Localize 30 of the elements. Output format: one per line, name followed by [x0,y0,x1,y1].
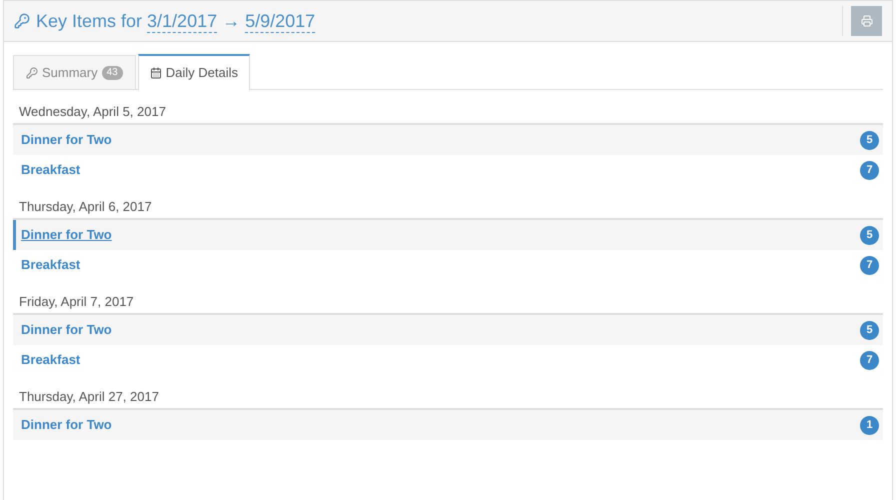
item-link[interactable]: Dinner for Two [21,225,112,245]
count-badge: 5 [860,130,879,150]
item-row[interactable]: Dinner for Two 5 [13,315,883,345]
print-icon [860,15,872,27]
item-row[interactable]: Dinner for Two 1 [13,410,883,440]
item-link[interactable]: Breakfast [21,350,80,370]
count-badge: 43 [102,66,123,80]
count-badge: 5 [860,320,879,340]
print-button[interactable] [851,6,882,36]
end-date-link[interactable]: 5/9/2017 [245,10,316,32]
item-link[interactable]: Breakfast [21,255,80,275]
count-badge: 7 [860,256,879,274]
item-row[interactable]: Dinner for Two 5 [13,125,883,155]
count-badge: 7 [860,160,879,180]
item-link[interactable]: Breakfast [21,160,80,180]
key-icon [14,13,30,29]
tab[interactable]: Summary 43 [13,55,136,90]
key-icon [26,66,38,78]
start-date-link[interactable]: 3/1/2017 [147,10,218,32]
count-badge: 5 [860,226,879,244]
arrow-text: → [222,10,240,32]
count-badge: 7 [860,350,879,370]
count-badge: 1 [860,416,879,434]
item-link[interactable]: Dinner for Two [21,320,112,340]
calendar-icon [150,67,162,79]
item-row[interactable]: Dinner for Two 5 [13,220,883,250]
panel-title: Key Items for [36,10,142,33]
item-link[interactable]: Dinner for Two [21,415,112,435]
tab[interactable]: Daily Details [138,54,250,91]
item-link[interactable]: Dinner for Two [21,130,112,150]
